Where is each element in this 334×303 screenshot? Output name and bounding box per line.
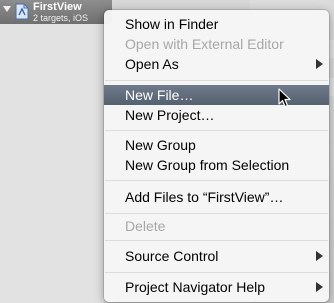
menu-item-label: New Group bbox=[125, 137, 196, 153]
menu-separator bbox=[105, 80, 328, 81]
menu-item-project-navigator-help[interactable]: Project Navigator Help bbox=[104, 277, 329, 297]
project-navigator-row[interactable]: FirstView 2 targets, iOS bbox=[0, 0, 112, 24]
xcode-project-icon bbox=[15, 3, 29, 20]
menu-separator bbox=[105, 240, 328, 241]
menu-item-label: Open As bbox=[125, 56, 179, 72]
menu-item-label: Delete bbox=[125, 218, 166, 234]
project-name: FirstView bbox=[33, 1, 82, 13]
menu-item-open-with-external-editor: Open with External Editor bbox=[104, 34, 329, 54]
menu-item-new-project[interactable]: New Project… bbox=[104, 105, 329, 125]
menu-item-label: Show in Finder bbox=[125, 16, 219, 32]
menu-item-new-file[interactable]: New File… bbox=[104, 85, 329, 105]
submenu-arrow-icon bbox=[316, 251, 323, 261]
disclosure-triangle-icon[interactable] bbox=[3, 6, 11, 12]
menu-item-label: Project Navigator Help bbox=[125, 279, 266, 295]
context-menu: Show in Finder Open with External Editor… bbox=[104, 10, 329, 302]
menu-item-source-control[interactable]: Source Control bbox=[104, 246, 329, 266]
menu-separator bbox=[105, 130, 328, 131]
navigator-list bbox=[0, 16, 104, 303]
menu-item-label: Open with External Editor bbox=[125, 36, 284, 52]
menu-item-label: Source Control bbox=[125, 248, 219, 264]
menu-item-label: New Group from Selection bbox=[125, 157, 290, 173]
submenu-arrow-icon bbox=[316, 59, 323, 69]
menu-item-label: New Project… bbox=[125, 107, 215, 123]
project-subtitle: 2 targets, iOS bbox=[33, 13, 89, 23]
menu-item-open-as[interactable]: Open As bbox=[104, 54, 329, 74]
menu-separator bbox=[105, 272, 328, 273]
menu-item-label: New File… bbox=[125, 87, 194, 103]
menu-item-delete: Delete bbox=[104, 216, 329, 236]
menu-item-new-group-from-selection[interactable]: New Group from Selection bbox=[104, 155, 329, 175]
menu-separator bbox=[105, 213, 328, 214]
menu-item-add-files[interactable]: Add Files to “FirstView”… bbox=[104, 187, 329, 207]
menu-item-show-in-finder[interactable]: Show in Finder bbox=[104, 14, 329, 34]
menu-item-new-group[interactable]: New Group bbox=[104, 135, 329, 155]
menu-separator bbox=[105, 180, 328, 181]
submenu-arrow-icon bbox=[316, 282, 323, 292]
mouse-pointer-icon bbox=[278, 88, 291, 108]
menu-item-label: Add Files to “FirstView”… bbox=[125, 189, 284, 205]
xcode-window: FirstView 2 targets, iOS Show in Finder … bbox=[0, 0, 334, 303]
